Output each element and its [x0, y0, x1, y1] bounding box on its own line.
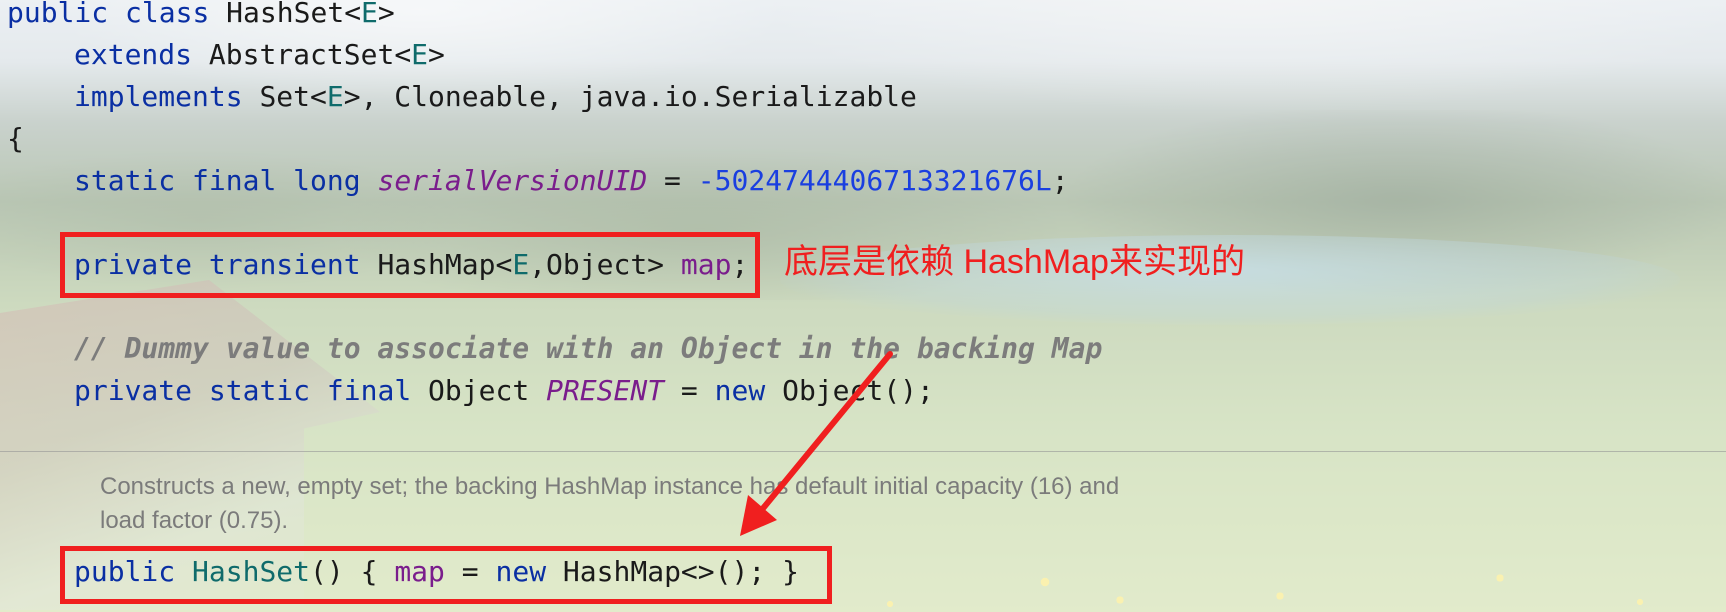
arrow-shaft: [757, 351, 893, 515]
annotation-arrow: [740, 351, 893, 536]
